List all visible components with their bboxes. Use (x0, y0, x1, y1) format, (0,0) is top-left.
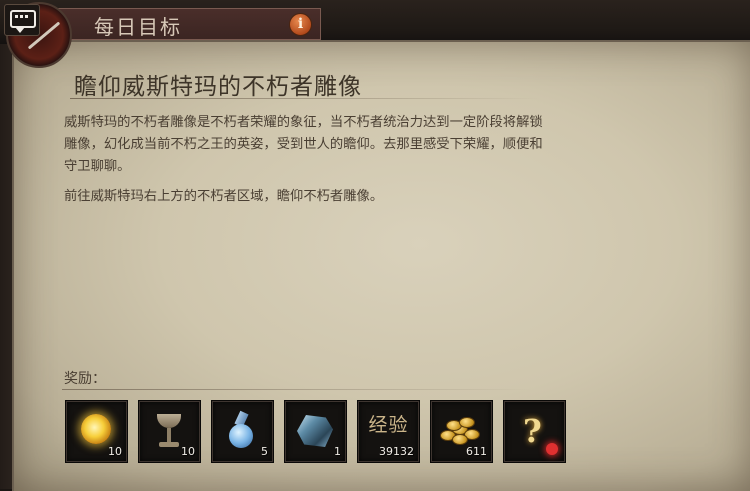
reward-slot-potion[interactable]: 5 (212, 401, 273, 462)
rewards-divider (62, 389, 532, 390)
reward-count: 1 (334, 445, 341, 458)
potion-icon (229, 424, 253, 448)
tab-title: 每日目标 (94, 15, 182, 39)
reward-count: 10 (108, 445, 122, 458)
crystal-ore-icon (297, 415, 333, 447)
coin (452, 434, 468, 445)
description-line: 守卫聊聊。 (64, 159, 131, 174)
goblet-icon (157, 414, 181, 428)
title-divider (70, 98, 540, 99)
reward-slot-orb[interactable]: 10 (66, 401, 127, 462)
reward-slot-goblet[interactable]: 10 (139, 401, 200, 462)
chat-icon[interactable] (4, 4, 40, 36)
goblet-base (159, 442, 179, 447)
quest-description: 威斯特玛的不朽者雕像是不朽者荣耀的象征，当不朽者统治力达到一定阶段将解锁 雕像，… (64, 112, 704, 216)
reward-slot-ore[interactable]: 1 (285, 401, 346, 462)
quest-title: 瞻仰威斯特玛的不朽者雕像 (74, 74, 362, 100)
experience-icon: 经验 (368, 414, 409, 436)
reward-count: 10 (181, 445, 195, 458)
skull-badge-icon (546, 443, 558, 455)
reward-count: 5 (261, 445, 268, 458)
info-button[interactable]: i (289, 13, 312, 36)
quest-instruction: 前往威斯特玛右上方的不朽者区域，瞻仰不朽者雕像。 (64, 189, 384, 204)
rewards-label: 奖励： (64, 371, 106, 387)
reward-count: 611 (466, 445, 487, 458)
reward-slot-experience[interactable]: 经验 39132 (358, 401, 419, 462)
description-line: 威斯特玛的不朽者雕像是不朽者荣耀的象征，当不朽者统治力达到一定阶段将解锁 (64, 115, 543, 130)
goblet-stem (167, 428, 171, 442)
reward-count: 39132 (379, 445, 414, 458)
description-line: 雕像，幻化成当前不朽之王的英姿，受到世人的瞻仰。去那里感受下荣耀，顺便和 (64, 137, 543, 152)
glowing-orb-icon (81, 414, 111, 444)
chat-dots (15, 15, 18, 18)
reward-slot-gold[interactable]: 611 (431, 401, 492, 462)
chat-bubble-shape (10, 10, 36, 33)
coin (459, 417, 475, 428)
mystery-item-icon: ? (523, 412, 542, 450)
reward-slot-mystery[interactable]: ? (504, 401, 565, 462)
description-paragraph: 威斯特玛的不朽者雕像是不朽者荣耀的象征，当不朽者统治力达到一定阶段将解锁 雕像，… (64, 112, 704, 178)
